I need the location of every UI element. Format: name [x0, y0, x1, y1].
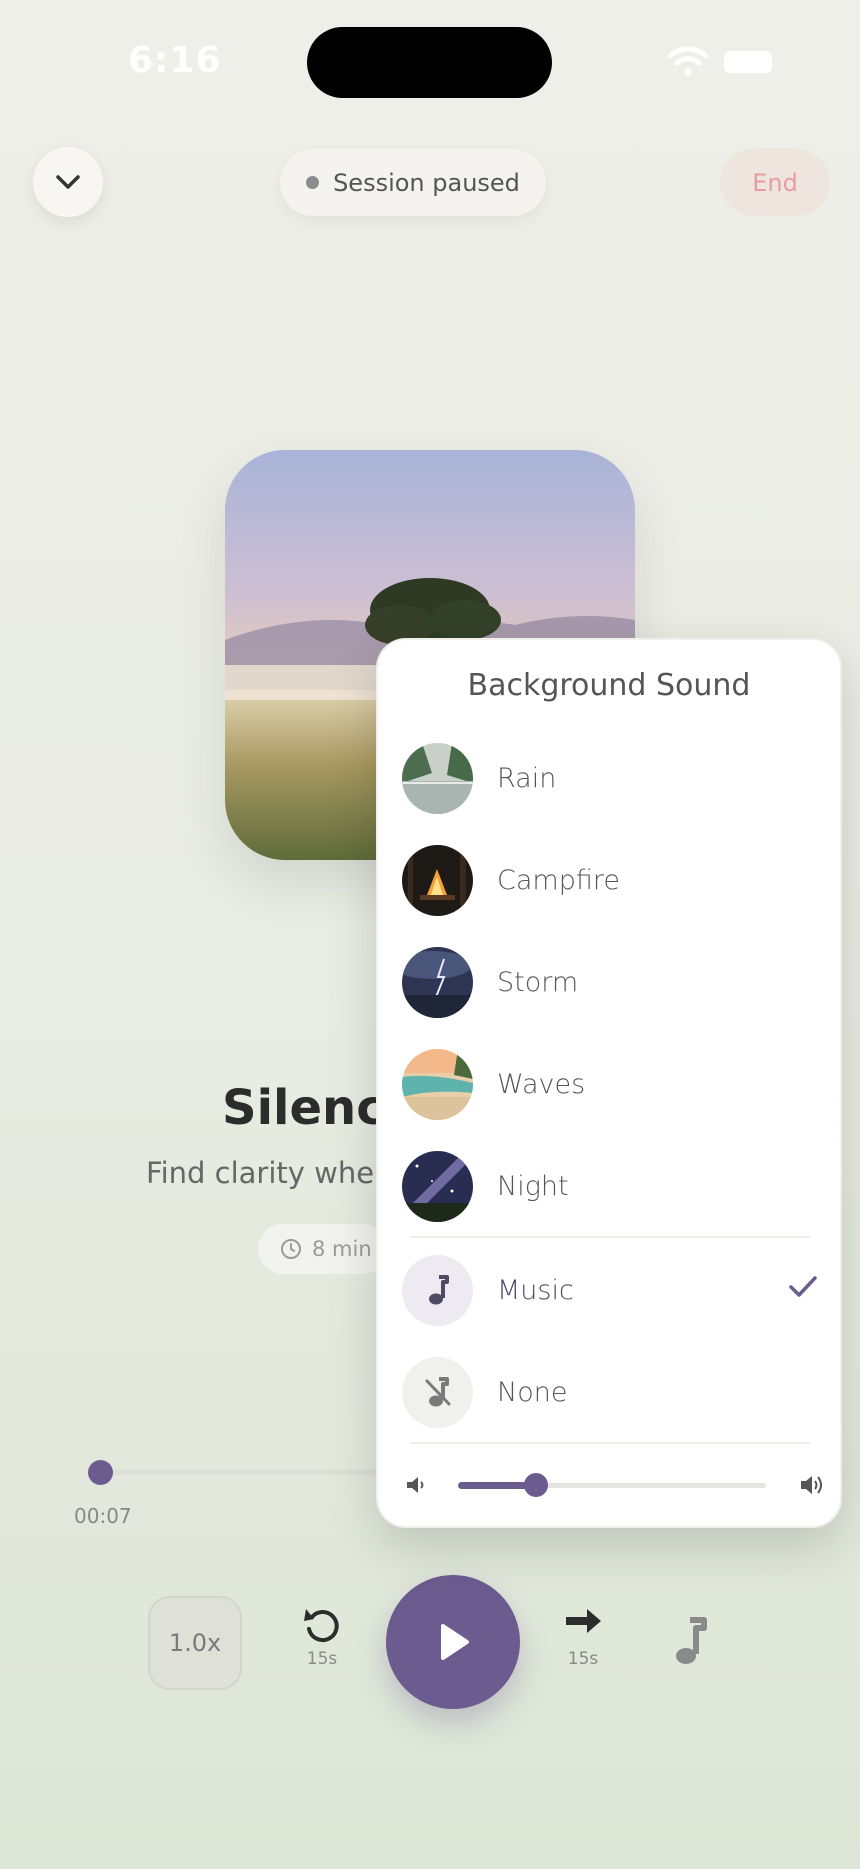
- volume-control: [404, 1465, 824, 1505]
- music-off-icon: [425, 1377, 450, 1407]
- option-label: Waves: [497, 1068, 586, 1100]
- session-status-text: Session paused: [333, 168, 520, 197]
- elapsed-time: 00:07: [74, 1504, 132, 1528]
- option-label: Storm: [497, 966, 579, 998]
- sound-option-music[interactable]: Music: [402, 1254, 822, 1326]
- sound-option-waves[interactable]: Waves: [402, 1048, 822, 1120]
- popover-title: Background Sound: [467, 668, 751, 703]
- duration-badge: 8 min: [258, 1224, 388, 1274]
- forward-label: 15s: [567, 1649, 599, 1669]
- clock-icon: [281, 1239, 301, 1259]
- rewind-icon: [304, 1609, 339, 1643]
- storm-thumbnail: [402, 946, 473, 1018]
- play-button[interactable]: [386, 1575, 520, 1709]
- music-note-icon: [428, 1275, 449, 1305]
- rewind-15-button[interactable]: 15s: [287, 1605, 357, 1669]
- forward-15-button[interactable]: 15s: [548, 1605, 618, 1669]
- divider: [410, 1236, 810, 1238]
- progress-handle[interactable]: [88, 1460, 113, 1485]
- divider: [410, 1442, 810, 1444]
- sound-option-none[interactable]: None: [402, 1356, 822, 1428]
- status-dot: [306, 176, 320, 189]
- playback-speed-button[interactable]: 1.0x: [148, 1596, 242, 1690]
- none-option-icon-circle: [402, 1356, 473, 1428]
- sound-option-rain[interactable]: Rain: [402, 742, 822, 814]
- sound-option-campfire[interactable]: Campfire: [402, 844, 822, 916]
- wifi-icon: [667, 46, 709, 76]
- rain-thumbnail: [402, 742, 473, 814]
- end-session-button[interactable]: End: [720, 149, 830, 216]
- night-thumbnail: [402, 1150, 473, 1222]
- collapse-button[interactable]: [33, 147, 103, 217]
- volume-handle[interactable]: [524, 1473, 548, 1497]
- battery-icon: [724, 51, 772, 73]
- sound-option-night[interactable]: Night: [402, 1150, 822, 1222]
- forward-icon: [566, 1609, 601, 1633]
- status-time: 6:16: [128, 40, 222, 81]
- checkmark-icon: [789, 1276, 817, 1297]
- duration-text: 8 min: [312, 1237, 372, 1261]
- rewind-label: 15s: [306, 1649, 338, 1669]
- option-label: Rain: [497, 762, 557, 794]
- waves-thumbnail: [402, 1048, 473, 1120]
- session-subtitle: Find clarity whe: [146, 1156, 375, 1190]
- background-sound-popover: Background Sound Rain Campfire Storm Wav…: [376, 638, 842, 1528]
- session-status-badge: Session paused: [280, 149, 546, 216]
- campfire-thumbnail: [402, 844, 473, 916]
- sound-option-storm[interactable]: Storm: [402, 946, 822, 1018]
- option-label: None: [497, 1376, 568, 1408]
- option-label: Night: [497, 1170, 569, 1202]
- option-label: Music: [497, 1274, 574, 1306]
- music-note-icon[interactable]: [668, 1616, 710, 1668]
- music-option-icon-circle: [402, 1254, 473, 1326]
- play-icon: [441, 1624, 469, 1660]
- option-label: Campfire: [497, 864, 620, 896]
- chevron-down-icon: [56, 175, 80, 189]
- volume-high-icon: [801, 1476, 822, 1494]
- volume-low-icon: [407, 1477, 424, 1493]
- dynamic-island: [307, 27, 552, 98]
